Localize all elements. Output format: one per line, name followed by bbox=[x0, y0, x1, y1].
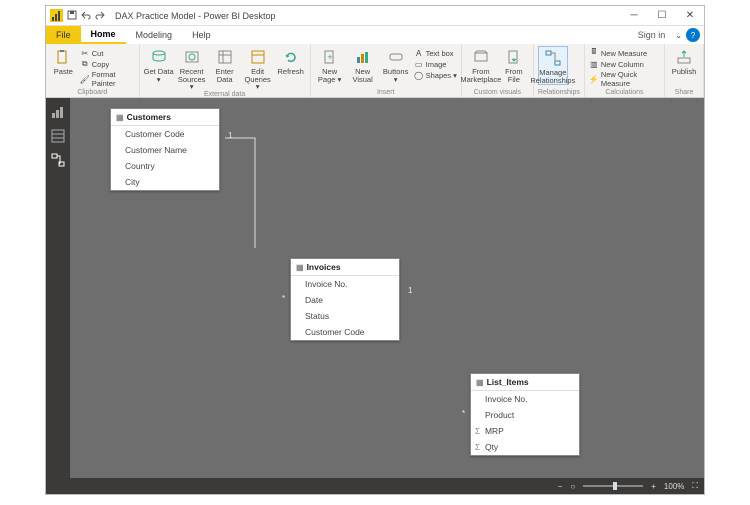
cardinality-one: 1 bbox=[408, 286, 412, 295]
data-view-icon[interactable] bbox=[50, 128, 66, 144]
tab-modeling[interactable]: Modeling bbox=[126, 26, 183, 44]
svg-text:+: + bbox=[327, 52, 332, 62]
zoom-level: 100% bbox=[664, 482, 684, 491]
field[interactable]: Customer Name bbox=[111, 142, 219, 158]
app-window: DAX Practice Model - Power BI Desktop ─ … bbox=[45, 5, 705, 495]
redo-icon[interactable] bbox=[95, 10, 105, 22]
ribbon-group-relationships: Manage Relationships Relationships bbox=[534, 44, 585, 97]
ribbon-group-external-data: Get Data ▾ Recent Sources ▾ Enter Data E… bbox=[140, 44, 311, 97]
zoom-mid-button[interactable]: ○ bbox=[570, 482, 575, 491]
refresh-button[interactable]: Refresh bbox=[276, 46, 306, 76]
ribbon-tabs: File Home Modeling Help Sign in ⌄ ? bbox=[46, 26, 704, 44]
enter-data-button[interactable]: Enter Data bbox=[210, 46, 240, 83]
buttons-button[interactable]: Buttons ▾ bbox=[381, 46, 411, 83]
field[interactable]: Status bbox=[291, 308, 399, 324]
table-customers[interactable]: ▦Customers Customer Code Customer Name C… bbox=[110, 108, 220, 191]
model-view-icon[interactable] bbox=[50, 152, 66, 168]
new-column-button[interactable]: ▥New Column bbox=[589, 59, 660, 69]
window-title: DAX Practice Model - Power BI Desktop bbox=[109, 11, 620, 21]
minimize-button[interactable]: ─ bbox=[620, 6, 648, 26]
close-button[interactable]: ✕ bbox=[676, 6, 704, 26]
sign-in-link[interactable]: Sign in bbox=[632, 30, 672, 40]
tab-help[interactable]: Help bbox=[182, 26, 221, 44]
zoom-out-button[interactable]: − bbox=[558, 482, 563, 491]
ribbon: Paste ✂Cut ⧉Copy 🖌Format Painter Clipboa… bbox=[46, 44, 704, 98]
cardinality-many: * bbox=[282, 294, 285, 303]
status-bar: − ○ + 100% ⛶ bbox=[46, 478, 704, 494]
field[interactable]: Customer Code bbox=[291, 324, 399, 340]
ribbon-group-share: Publish Share bbox=[665, 44, 704, 97]
zoom-slider[interactable] bbox=[583, 485, 643, 487]
image-button[interactable]: ▭Image bbox=[414, 59, 457, 69]
powerbi-logo-icon bbox=[50, 9, 63, 22]
fit-to-page-icon[interactable]: ⛶ bbox=[692, 481, 698, 491]
table-icon: ▦ bbox=[296, 263, 304, 272]
field[interactable]: City bbox=[111, 174, 219, 190]
cardinality-one: 1 bbox=[228, 131, 232, 140]
zoom-in-button[interactable]: + bbox=[651, 482, 656, 491]
from-marketplace-button[interactable]: From Marketplace bbox=[466, 46, 496, 83]
report-view-icon[interactable] bbox=[50, 104, 66, 120]
maximize-button[interactable]: ☐ bbox=[648, 6, 676, 26]
ribbon-group-custom-visuals: From Marketplace From File Custom visual… bbox=[462, 44, 534, 97]
paste-button[interactable]: Paste bbox=[50, 46, 77, 76]
field-sigma[interactable]: MRP bbox=[471, 423, 579, 439]
field[interactable]: Invoice No. bbox=[471, 391, 579, 407]
title-bar: DAX Practice Model - Power BI Desktop ─ … bbox=[46, 6, 704, 26]
tab-home[interactable]: Home bbox=[81, 26, 126, 44]
cardinality-many: * bbox=[462, 409, 465, 418]
field[interactable]: Invoice No. bbox=[291, 276, 399, 292]
ribbon-group-calculations: 🖩New Measure ▥New Column ⚡New Quick Meas… bbox=[585, 44, 665, 97]
text-box-button[interactable]: AText box bbox=[414, 48, 457, 58]
shapes-button[interactable]: ◯Shapes ▾ bbox=[414, 70, 457, 80]
help-icon[interactable]: ? bbox=[686, 28, 700, 42]
from-file-button[interactable]: From File bbox=[499, 46, 529, 83]
table-list-items[interactable]: ▦List_Items Invoice No. Product MRP Qty bbox=[470, 373, 580, 456]
table-icon: ▦ bbox=[116, 113, 124, 122]
field[interactable]: Product bbox=[471, 407, 579, 423]
field-sigma[interactable]: Qty bbox=[471, 439, 579, 455]
table-icon: ▦ bbox=[476, 378, 484, 387]
field[interactable]: Date bbox=[291, 292, 399, 308]
ribbon-group-insert: +New Page ▾ New Visual Buttons ▾ AText b… bbox=[311, 44, 462, 97]
new-quick-measure-button[interactable]: ⚡New Quick Measure bbox=[589, 70, 660, 88]
format-painter-button[interactable]: 🖌Format Painter bbox=[80, 70, 135, 88]
table-invoices[interactable]: ▦Invoices Invoice No. Date Status Custom… bbox=[290, 258, 400, 341]
tab-file[interactable]: File bbox=[46, 26, 81, 44]
edit-queries-button[interactable]: Edit Queries ▾ bbox=[243, 46, 273, 91]
view-switcher bbox=[46, 98, 70, 478]
model-canvas[interactable]: 1 * 1 * ▦Customers Customer Code Custome… bbox=[70, 98, 704, 478]
new-visual-button[interactable]: New Visual bbox=[348, 46, 378, 83]
get-data-button[interactable]: Get Data ▾ bbox=[144, 46, 174, 83]
copy-button[interactable]: ⧉Copy bbox=[80, 59, 135, 69]
ribbon-group-clipboard: Paste ✂Cut ⧉Copy 🖌Format Painter Clipboa… bbox=[46, 44, 140, 97]
save-icon[interactable] bbox=[67, 10, 77, 22]
field[interactable]: Country bbox=[111, 158, 219, 174]
chevron-down-icon[interactable]: ⌄ bbox=[671, 31, 686, 40]
new-measure-button[interactable]: 🖩New Measure bbox=[589, 48, 660, 58]
manage-relationships-button[interactable]: Manage Relationships bbox=[538, 46, 568, 85]
field[interactable]: Customer Code bbox=[111, 126, 219, 142]
recent-sources-button[interactable]: Recent Sources ▾ bbox=[177, 46, 207, 91]
main-area: 1 * 1 * ▦Customers Customer Code Custome… bbox=[46, 98, 704, 478]
undo-icon[interactable] bbox=[81, 10, 91, 22]
new-page-button[interactable]: +New Page ▾ bbox=[315, 46, 345, 83]
cut-button[interactable]: ✂Cut bbox=[80, 48, 135, 58]
publish-button[interactable]: Publish bbox=[669, 46, 699, 76]
